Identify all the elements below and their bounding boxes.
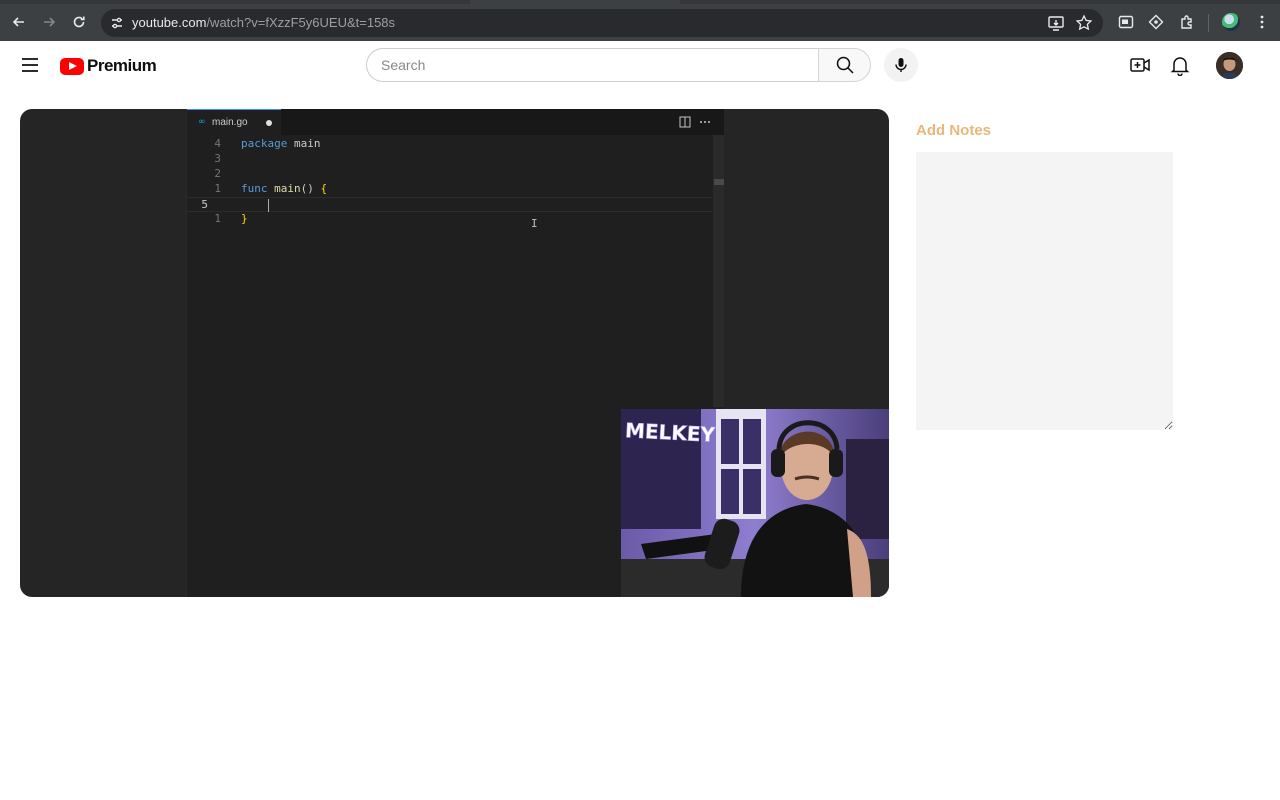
code-text: package main: [241, 137, 320, 150]
go-file-icon: ∞: [198, 117, 206, 127]
browser-toolbar: youtube.com/watch?v=fXzzF5y6UEU&t=158s: [0, 0, 1280, 41]
lens-icon[interactable]: [1146, 12, 1166, 32]
line-number: 4: [214, 137, 221, 150]
code-token: main: [287, 137, 321, 150]
code-text: func main() {: [241, 182, 327, 195]
youtube-play-icon: [60, 57, 84, 75]
line-number: 3: [214, 152, 221, 165]
code-line: 4 package main: [187, 137, 712, 152]
more-actions-icon: [700, 121, 710, 123]
code-token: func: [241, 182, 268, 195]
menu-icon[interactable]: [18, 53, 42, 77]
line-number: 2: [214, 167, 221, 180]
code-line: 1}: [187, 212, 712, 227]
back-icon[interactable]: [7, 10, 31, 34]
bell-icon[interactable]: [1168, 53, 1192, 77]
unsaved-dot-icon: [266, 120, 272, 126]
extensions-icon[interactable]: [1177, 12, 1197, 32]
youtube-logo[interactable]: Premium: [60, 56, 157, 76]
code-line: 3: [187, 152, 712, 167]
profile-icon[interactable]: [1222, 13, 1240, 31]
search-icon: [836, 56, 854, 74]
line-number: 1: [214, 182, 221, 195]
avatar[interactable]: [1216, 52, 1243, 79]
logo-text: Premium: [87, 56, 157, 75]
code-token: package: [241, 137, 288, 150]
editor-tab-bar: ∞ main.go: [187, 109, 724, 135]
toolbar-divider: [1208, 14, 1209, 32]
voice-search-button[interactable]: [884, 48, 918, 82]
url-text: youtube.com/watch?v=fXzzF5y6UEU&t=158s: [132, 15, 396, 30]
line-number: 5: [201, 198, 208, 211]
code-token: }: [241, 212, 248, 225]
text-caret: [268, 199, 269, 212]
webcam-sign-text: MELKEY: [625, 418, 717, 447]
editor-tab: ∞ main.go: [187, 109, 281, 135]
code-token: {: [320, 182, 328, 195]
video-player[interactable]: ∞ main.go 4 package main 3 2 1 func main() {5…: [20, 109, 889, 597]
tab-strip: [0, 0, 1280, 4]
webcam-overlay: MELKEY: [621, 409, 889, 597]
line-number: 1: [214, 212, 221, 225]
code-token: (): [300, 182, 321, 195]
tab-filename: main.go: [212, 117, 248, 128]
site-settings-icon[interactable]: [109, 15, 125, 31]
mic-icon: [895, 58, 907, 72]
picture-in-picture-icon[interactable]: [1116, 12, 1136, 32]
search-button[interactable]: [818, 48, 871, 82]
search-box[interactable]: [366, 48, 819, 82]
text-cursor-icon: I: [531, 217, 538, 230]
search-input[interactable]: [381, 57, 801, 73]
forward-icon[interactable]: [37, 10, 61, 34]
notes-textarea[interactable]: [916, 152, 1173, 430]
youtube-header: Premium: [0, 41, 1280, 97]
bookmark-star-icon[interactable]: [1075, 14, 1093, 32]
address-bar[interactable]: youtube.com/watch?v=fXzzF5y6UEU&t=158s: [101, 9, 1103, 37]
code-line: 2: [187, 167, 712, 182]
more-menu-icon[interactable]: [1252, 12, 1272, 32]
code-token: main: [274, 182, 301, 195]
reload-icon[interactable]: [67, 10, 91, 34]
editor-scrollbar: [713, 135, 724, 407]
code-text: }: [241, 212, 248, 225]
split-editor-icon: [679, 116, 691, 128]
code-line: 5: [187, 197, 712, 212]
install-app-icon[interactable]: [1047, 14, 1065, 32]
create-icon[interactable]: [1128, 53, 1152, 77]
notes-title: Add Notes: [916, 122, 991, 139]
code-line: 1 func main() {: [187, 182, 712, 197]
